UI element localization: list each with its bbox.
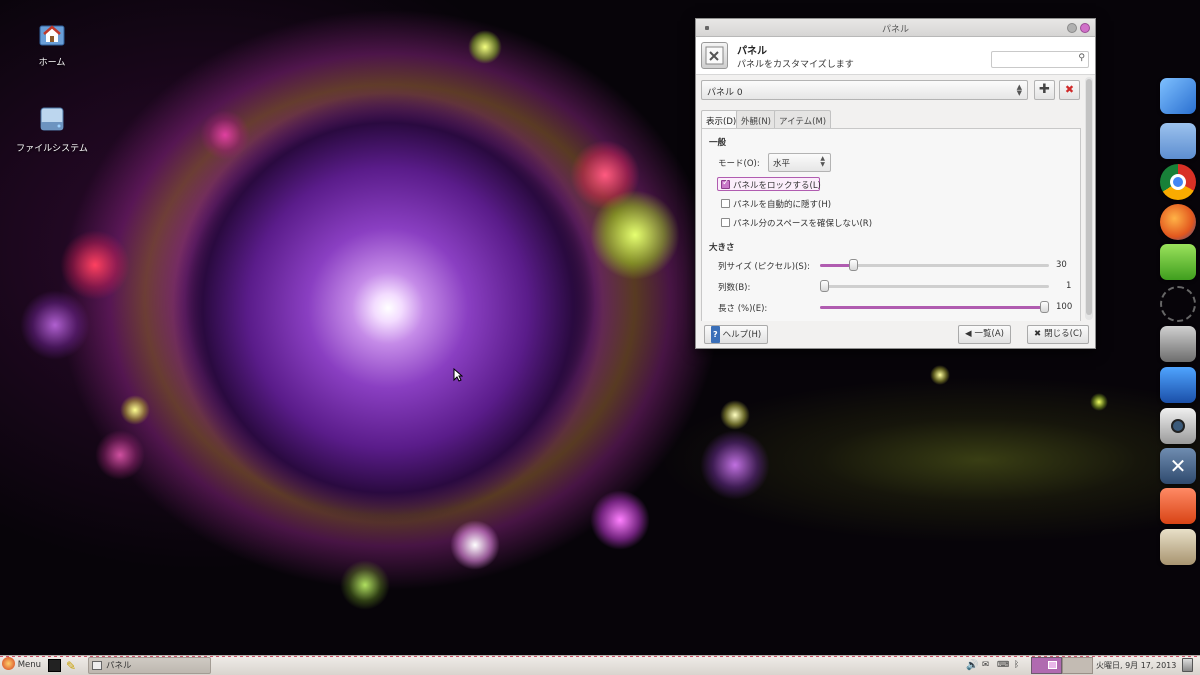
taskbar-window-label: パネル	[106, 661, 132, 671]
close-button[interactable]: ✖ 閉じる(C)	[1027, 325, 1090, 344]
general-section-heading: 一般	[709, 138, 727, 148]
add-panel-button[interactable]: ✚	[1034, 80, 1055, 100]
desktop-icon-label: ホーム	[38, 58, 66, 68]
tab-appearance[interactable]: 外観(N)	[736, 110, 776, 128]
app-store-icon[interactable]	[1160, 488, 1196, 524]
clock[interactable]: 火曜日, 9月 17, 2013	[1096, 656, 1176, 675]
search-input[interactable]: ⚲	[991, 51, 1089, 68]
close-icon: ✖	[1034, 329, 1042, 339]
search-icon: ⚲	[1078, 53, 1085, 63]
tools-icon[interactable]: ✕	[1160, 448, 1196, 484]
length-slider-fill	[820, 306, 1044, 309]
minimize-button[interactable]	[1067, 23, 1077, 33]
add-items-button-label: 一覧(A)	[974, 329, 1004, 339]
rows-value: 1	[1066, 281, 1072, 291]
notes-icon[interactable]	[1160, 244, 1196, 280]
chrome-icon[interactable]	[1160, 164, 1196, 200]
help-button-label: ヘルプ(H)	[722, 330, 762, 340]
menu-button[interactable]: Menu	[2, 656, 41, 675]
finder-icon[interactable]	[1160, 78, 1196, 114]
help-icon: ?	[711, 326, 720, 343]
row-size-slider-handle[interactable]	[849, 259, 858, 271]
home-folder-icon	[12, 18, 92, 51]
length-value: 100	[1056, 302, 1073, 312]
gimp-icon[interactable]	[1160, 326, 1196, 362]
draw-icon[interactable]	[1160, 367, 1196, 403]
row-size-label: 列サイズ (ピクセル)(S):	[718, 262, 810, 272]
rows-slider-handle[interactable]	[820, 280, 829, 292]
dialog-title: パネル	[737, 46, 767, 57]
chevron-updown-icon: ▲ ▼	[1016, 83, 1022, 97]
mail-icon[interactable]: ✉	[982, 656, 989, 675]
add-items-button[interactable]: ◀ 一覧(A)	[958, 325, 1011, 344]
volume-icon[interactable]: 🔊	[966, 656, 978, 675]
dialog-header: パネル パネルをカスタマイズします ⚲	[696, 37, 1095, 75]
terminal-launcher-icon[interactable]	[48, 659, 61, 672]
panel-preferences-dialog: パネル パネル パネルをカスタマイズします ⚲ パネル 0 ▲ ▼ ✚ ✖ 表示(…	[695, 18, 1096, 349]
menu-icon	[2, 657, 15, 670]
mode-label: モード(O):	[718, 159, 760, 169]
row-size-slider[interactable]	[820, 259, 1049, 271]
camera-icon[interactable]	[1160, 408, 1196, 444]
drive-icon	[12, 104, 92, 137]
dialog-subtitle: パネルをカスタマイズします	[737, 60, 854, 70]
autohide-checkbox[interactable]	[721, 199, 730, 208]
autohide-label[interactable]: パネルを自動的に隠す(H)	[733, 198, 831, 210]
dialog-button-row: ? ヘルプ(H) ◀ 一覧(A) ✖ 閉じる(C)	[696, 321, 1095, 348]
dont-reserve-space-label[interactable]: パネル分のスペースを確保しない(R)	[733, 217, 872, 229]
close-window-button[interactable]	[1080, 23, 1090, 33]
rows-slider[interactable]	[820, 280, 1049, 292]
help-button[interactable]: ? ヘルプ(H)	[704, 325, 769, 344]
menu-label: Menu	[17, 660, 42, 670]
dialog-scrollbar[interactable]	[1085, 77, 1093, 320]
size-section-heading: 大きさ	[709, 243, 735, 253]
tab-items[interactable]: アイテム(M)	[774, 110, 832, 128]
desktop-icon-label: ファイルシステム	[16, 144, 88, 154]
mode-select[interactable]: 水平 ▲ ▼	[768, 153, 831, 172]
desktop-icon-filesystem[interactable]: ファイルシステム	[12, 104, 92, 154]
window-icon	[92, 661, 102, 670]
length-slider-handle[interactable]	[1040, 301, 1049, 313]
trash-icon[interactable]	[1182, 658, 1193, 672]
installer-icon[interactable]	[1160, 529, 1196, 565]
arrow-left-icon: ◀	[965, 329, 972, 339]
length-slider[interactable]	[820, 301, 1049, 313]
row-size-value: 30	[1056, 260, 1067, 270]
chevron-updown-icon: ▲ ▼	[820, 155, 825, 168]
desktop-icon-home[interactable]: ホーム	[12, 18, 92, 68]
rows-label: 列数(B):	[718, 283, 751, 293]
panel-select-value: パネル 0	[707, 88, 743, 98]
workspace-2[interactable]	[1062, 657, 1093, 674]
window-title: パネル	[881, 25, 909, 35]
editor-launcher-icon[interactable]: ✎	[66, 657, 76, 675]
bluetooth-icon[interactable]: ᛒ	[1014, 656, 1019, 675]
dont-reserve-space-checkbox[interactable]	[721, 218, 730, 227]
panel-select[interactable]: パネル 0 ▲ ▼	[701, 80, 1028, 100]
lock-panel-label[interactable]: パネルをロックする(L)	[733, 179, 821, 191]
window-titlebar[interactable]: パネル	[696, 19, 1095, 37]
clock-icon[interactable]	[1160, 286, 1196, 322]
keyboard-icon[interactable]: ⌨	[997, 656, 1009, 675]
workspace-1[interactable]	[1031, 657, 1062, 674]
mouse-cursor-icon	[453, 368, 463, 382]
length-label: 長さ (%)(E):	[718, 304, 768, 314]
taskbar: Menu ✎ パネル 🔊 ✉ ⌨ ᛒ 火曜日, 9月 17, 2013	[0, 655, 1200, 675]
lock-panel-checkbox[interactable]	[721, 178, 730, 189]
close-button-label: 閉じる(C)	[1044, 329, 1083, 339]
firefox-icon[interactable]	[1160, 204, 1196, 240]
remove-panel-button[interactable]: ✖	[1059, 80, 1080, 100]
folder-icon[interactable]	[1160, 123, 1196, 159]
taskbar-window-button[interactable]: パネル	[88, 657, 211, 674]
mode-select-value: 水平	[773, 159, 791, 169]
panel-settings-icon	[701, 42, 728, 69]
